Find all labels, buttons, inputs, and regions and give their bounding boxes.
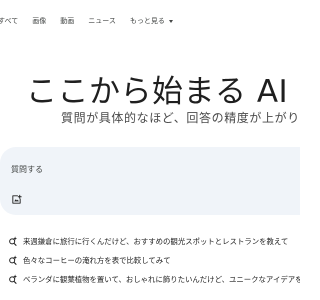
image-upload-button[interactable]: [8, 191, 24, 207]
suggestion-item-coffee[interactable]: 色々なコーヒーの淹れ方を表で比較してみて: [8, 252, 171, 268]
tab-news[interactable]: ニュース: [88, 16, 116, 26]
chevron-down-icon: [168, 19, 173, 23]
tab-images[interactable]: 画像: [32, 16, 46, 26]
tab-images-label: 画像: [32, 17, 47, 25]
question-input-placeholder[interactable]: 質問する: [11, 164, 43, 175]
tab-more[interactable]: もっと見る: [130, 16, 173, 26]
page-subtitle: 質問が具体的なほど、回答の精度が上がります: [61, 111, 300, 125]
tab-all-label: すべて: [0, 17, 19, 25]
ai-mode-page: すべて 画像 動画 ニュース もっと見る ここから始まる AI モード 質問が具…: [0, 0, 300, 300]
search-sparkle-icon: [9, 236, 18, 246]
suggestion-text: ベランダに観葉植物を置いて、おしゃれに飾りたいんだけど、ユニークなアイデアを教え…: [23, 274, 300, 284]
search-sparkle-icon: [9, 274, 18, 284]
suggestion-text: 来週鎌倉に旅行に行くんだけど、おすすめの観光スポットとレストランを教えて: [23, 236, 289, 246]
page-title: ここから始まる AI モード: [26, 74, 300, 110]
suggestion-item-kamakura[interactable]: 来週鎌倉に旅行に行くんだけど、おすすめの観光スポットとレストランを教えて: [8, 233, 288, 249]
suggestion-item-plants[interactable]: ベランダに観葉植物を置いて、おしゃれに飾りたいんだけど、ユニークなアイデアを教え…: [8, 271, 300, 287]
tab-videos-label: 動画: [60, 17, 75, 25]
search-sparkle-icon: [9, 255, 18, 265]
tab-videos[interactable]: 動画: [60, 16, 74, 26]
tab-more-label: もっと見る: [129, 17, 165, 25]
tab-all[interactable]: すべて: [0, 16, 18, 26]
tab-news-label: ニュース: [88, 17, 116, 25]
image-upload-icon: [11, 194, 22, 204]
search-nav-tabs: すべて 画像 動画 ニュース もっと見る: [0, 14, 173, 28]
suggestion-text: 色々なコーヒーの淹れ方を表で比較してみて: [23, 255, 171, 265]
question-input-box[interactable]: [0, 147, 300, 215]
